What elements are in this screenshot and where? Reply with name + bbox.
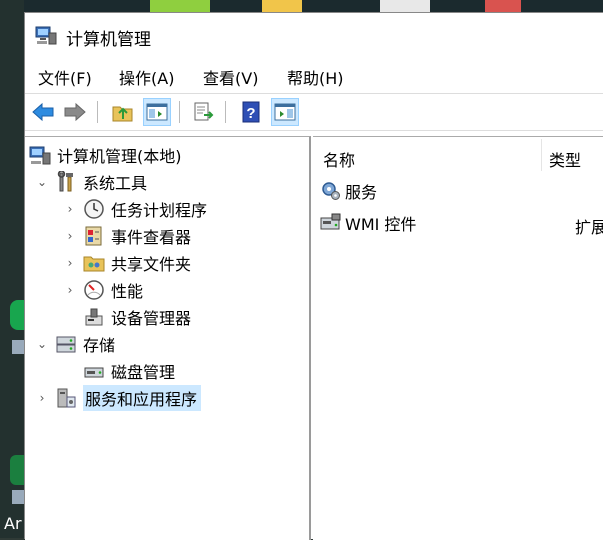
clock-icon: [83, 198, 105, 220]
desktop-shortcut-icon[interactable]: [12, 340, 24, 354]
up-one-level-button[interactable]: [109, 98, 137, 126]
forward-button[interactable]: [61, 98, 89, 126]
forward-icon: [64, 102, 86, 122]
performance-gauge-icon: [83, 279, 105, 301]
toolbar-separator: [225, 101, 226, 123]
chevron-down-icon[interactable]: ⌄: [35, 337, 49, 351]
menu-file[interactable]: 文件(F): [38, 65, 92, 89]
computer-management-icon: [29, 144, 51, 166]
tree-item-label: 磁盘管理: [111, 363, 176, 382]
computer-management-icon: [35, 25, 57, 45]
services-applications-icon: [55, 387, 77, 409]
title-bar[interactable]: 计算机管理: [25, 13, 603, 57]
tree-item-label: 存储: [83, 336, 116, 355]
tree-item-system-tools[interactable]: ⌄ 系统工具: [35, 170, 147, 194]
desktop-icon-label: Ar: [4, 514, 22, 533]
tree-item-performance[interactable]: › 性能: [63, 278, 143, 302]
desktop-shape: [150, 0, 210, 12]
menu-view[interactable]: 查看(V): [203, 65, 258, 89]
show-hide-action-pane-icon: [274, 103, 296, 121]
list-item-wmi-control[interactable]: WMI 控件: [319, 211, 416, 235]
tree-item-storage[interactable]: ⌄ 存储: [35, 332, 115, 356]
wmi-control-icon: [319, 212, 343, 234]
gear-icon: [319, 180, 343, 202]
tree-item-task-scheduler[interactable]: › 任务计划程序: [63, 197, 207, 221]
desktop-shape: [380, 0, 430, 12]
details-pane[interactable]: 名称 类型 服务 WMI 控件 扩展管: [313, 136, 603, 540]
svg-text:?: ?: [246, 105, 255, 122]
tree-item-shared-folders[interactable]: › 共享文件夹: [63, 251, 191, 275]
tree-item-label: 性能: [111, 282, 144, 301]
window-title: 计算机管理: [66, 30, 151, 50]
tree-item-root[interactable]: 计算机管理(本地): [29, 143, 182, 167]
help-button[interactable]: ?: [237, 98, 265, 126]
menu-help[interactable]: 帮助(H): [287, 65, 344, 89]
tree-item-label: 服务和应用程序: [83, 385, 202, 411]
tree-item-label: 计算机管理(本地): [57, 147, 182, 166]
tree-item-label: 事件查看器: [111, 228, 192, 247]
menu-action[interactable]: 操作(A): [119, 65, 174, 89]
desktop-shape: [485, 0, 521, 12]
toolbar-separator: [97, 101, 98, 123]
show-hide-action-pane-button[interactable]: [271, 98, 299, 126]
console-tree[interactable]: 计算机管理(本地) ⌄ 系统工具 › 任务计划程序 › 事件查看器 › 共享文件…: [25, 136, 311, 540]
help-icon: ?: [242, 101, 260, 123]
list-item-type: 扩展管: [575, 218, 603, 237]
device-manager-icon: [83, 306, 105, 328]
toolbar: ?: [25, 93, 603, 131]
tree-item-label: 设备管理器: [111, 309, 192, 328]
desktop-app-icon[interactable]: [10, 300, 24, 330]
event-viewer-icon: [83, 225, 105, 247]
desktop-shortcut-icon[interactable]: [12, 490, 24, 504]
export-list-icon: [194, 102, 214, 121]
chevron-right-icon[interactable]: ›: [63, 283, 77, 297]
tree-item-services-applications[interactable]: › 服务和应用程序: [35, 385, 202, 411]
storage-icon: [55, 333, 77, 355]
tree-item-label: 共享文件夹: [111, 255, 192, 274]
list-item-name: WMI 控件: [345, 215, 417, 234]
tree-item-device-manager[interactable]: 设备管理器: [83, 305, 191, 329]
show-hide-console-tree-icon: [146, 103, 168, 121]
back-button[interactable]: [29, 98, 57, 126]
chevron-right-icon[interactable]: ›: [63, 229, 77, 243]
chevron-right-icon[interactable]: ›: [63, 202, 77, 216]
column-header-name[interactable]: 名称: [323, 147, 355, 171]
computer-management-window: 计算机管理 文件(F) 操作(A) 查看(V) 帮助(H) ? 计算机管理(本地…: [24, 12, 603, 540]
desktop-app-icon[interactable]: [10, 455, 24, 485]
column-divider[interactable]: [541, 139, 542, 171]
export-list-button[interactable]: [189, 98, 217, 126]
list-item-services[interactable]: 服务: [319, 179, 377, 203]
toolbar-separator: [179, 101, 180, 123]
tree-item-label: 系统工具: [83, 174, 148, 193]
back-icon: [32, 102, 54, 122]
menu-bar: 文件(F) 操作(A) 查看(V) 帮助(H): [25, 63, 603, 89]
tree-item-label: 任务计划程序: [111, 201, 208, 220]
disk-icon: [83, 360, 105, 382]
chevron-right-icon[interactable]: ›: [63, 256, 77, 270]
desktop-shape: [262, 0, 302, 12]
shared-folder-icon: [83, 252, 105, 274]
list-item-name: 服务: [345, 183, 378, 202]
tree-item-disk-management[interactable]: 磁盘管理: [83, 359, 175, 383]
chevron-down-icon[interactable]: ⌄: [35, 175, 49, 189]
up-folder-icon: [112, 106, 133, 122]
chevron-right-icon[interactable]: ›: [35, 391, 49, 405]
show-hide-console-tree-button[interactable]: [143, 98, 171, 126]
tree-item-event-viewer[interactable]: › 事件查看器: [63, 224, 191, 248]
column-header-type[interactable]: 类型: [549, 147, 581, 171]
tools-icon: [55, 171, 77, 193]
